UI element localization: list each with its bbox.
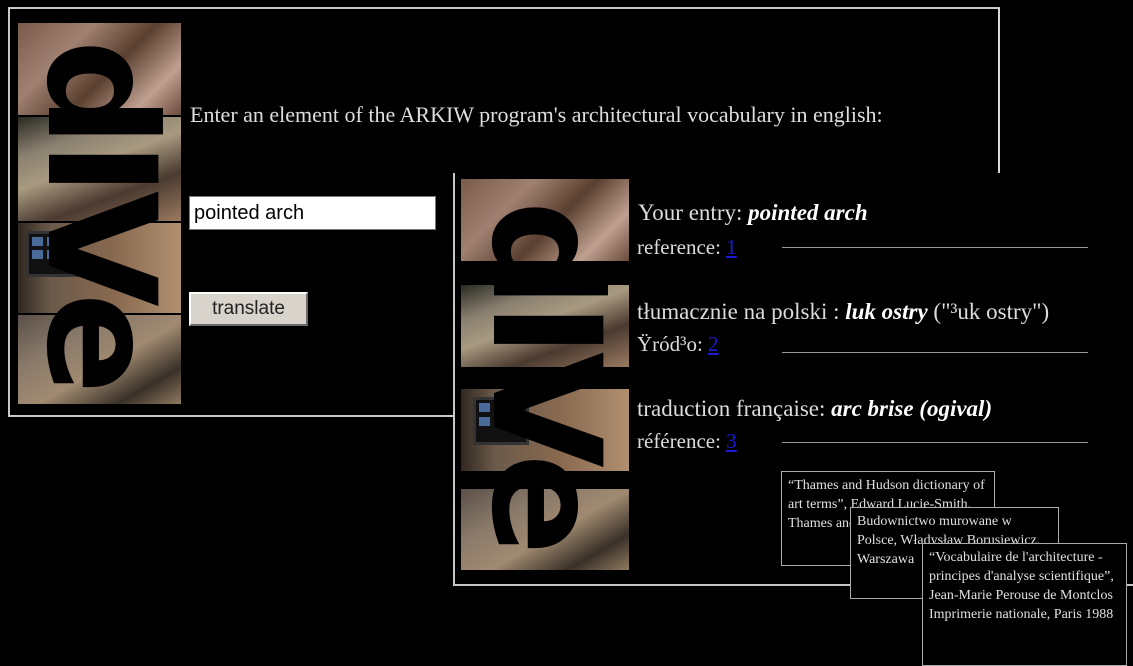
- reference-line-2: Ÿród³o: 2: [637, 332, 719, 357]
- polish-label: tłumacznie na polski :: [637, 299, 846, 324]
- reference-line-3: référence: 3: [637, 429, 737, 454]
- polish-note: ("³uk ostry"): [927, 299, 1050, 324]
- entry-line: Your entry: pointed arch: [638, 200, 868, 226]
- entry-label: Your entry:: [638, 200, 749, 225]
- reference-link-1[interactable]: 1: [726, 235, 737, 259]
- french-line: traduction française: arc brise (ogival): [637, 396, 992, 422]
- divider: [782, 247, 1088, 248]
- vocabulary-input[interactable]: [189, 196, 436, 230]
- logo-text: dIVe: [461, 200, 629, 549]
- polish-value: luk ostry: [845, 299, 928, 324]
- polish-line: tłumacznie na polski : luk ostry ("³uk o…: [637, 299, 1049, 325]
- reference-link-2[interactable]: 2: [708, 332, 719, 356]
- reference-label: référence:: [637, 429, 727, 453]
- divider: [782, 442, 1088, 443]
- french-label: traduction française:: [637, 396, 832, 421]
- logo-text: dIVe: [18, 39, 181, 388]
- dive-logo: dIVe: [461, 179, 629, 570]
- source-label: Ÿród³o:: [637, 332, 709, 356]
- french-value: arc brise (ogival): [831, 396, 993, 421]
- reference-link-3[interactable]: 3: [726, 429, 737, 453]
- entry-value: pointed arch: [748, 200, 868, 225]
- dive-logo: dIVe: [18, 23, 181, 404]
- reference-line-1: reference: 1: [637, 235, 737, 260]
- divider: [782, 352, 1088, 353]
- reference-tooltip-3: “Vocabulaire de l'architecture - princip…: [922, 543, 1127, 666]
- prompt-text: Enter an element of the ARKIW program's …: [190, 102, 883, 127]
- translate-button[interactable]: translate: [189, 292, 308, 326]
- reference-label: reference:: [637, 235, 727, 259]
